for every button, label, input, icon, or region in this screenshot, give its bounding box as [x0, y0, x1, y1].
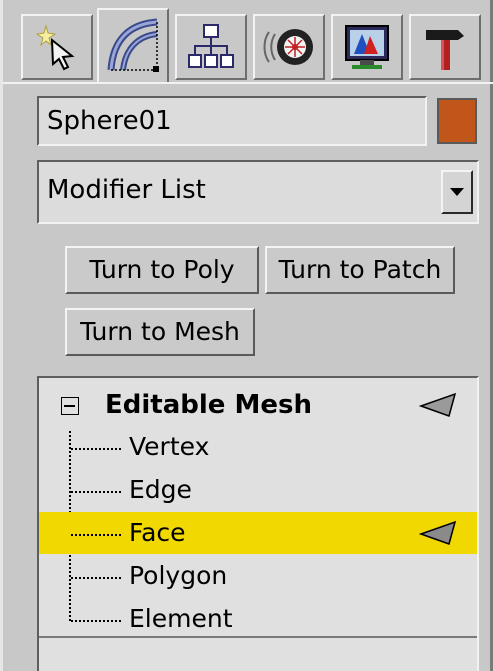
stack-subitem-element[interactable]: Element — [39, 598, 477, 640]
tree-branch-line — [71, 448, 121, 450]
collapse-toggle-icon[interactable] — [61, 397, 79, 415]
stack-subitem-edge[interactable]: Edge — [39, 469, 477, 511]
tab-create[interactable] — [21, 14, 93, 80]
tab-row-divider — [3, 82, 493, 84]
chevron-down-icon — [450, 188, 464, 196]
dropdown-arrow-button[interactable] — [441, 170, 473, 214]
stack-subitem-face[interactable]: Face — [39, 512, 477, 554]
stack-subitem-vertex[interactable]: Vertex — [39, 426, 477, 468]
turn-to-mesh-button[interactable]: Turn to Mesh — [65, 308, 255, 356]
create-star-cursor-icon — [35, 24, 75, 71]
tree-branch-line — [71, 491, 121, 493]
tab-display[interactable] — [331, 14, 403, 80]
modify-curve-icon — [107, 18, 159, 72]
stack-subitem-label: Edge — [129, 475, 192, 504]
stack-item-editable-mesh[interactable]: Editable Mesh — [39, 384, 477, 426]
tree-branch-line — [71, 577, 121, 579]
tab-hierarchy[interactable] — [175, 14, 247, 80]
tab-utilities[interactable] — [409, 14, 481, 80]
turn-to-poly-button[interactable]: Turn to Poly — [65, 246, 259, 294]
tab-motion[interactable] — [253, 14, 325, 80]
object-name-field[interactable]: Sphere01 — [37, 96, 427, 146]
display-monitor-icon — [345, 25, 389, 69]
tree-branch-line — [71, 620, 121, 622]
stack-subitem-label: Polygon — [129, 561, 228, 590]
hierarchy-icon — [188, 24, 234, 68]
subobject-triangle-icon — [419, 520, 457, 545]
stack-divider — [39, 636, 477, 638]
modifier-stack: Editable Mesh Vertex Edge Face Polygon E… — [37, 376, 479, 671]
command-panel-tabs — [21, 8, 486, 82]
stack-subitem-label: Face — [129, 518, 186, 547]
command-panel: Sphere01 Modifier List Turn to Poly Turn… — [0, 0, 493, 671]
stack-item-label: Editable Mesh — [105, 390, 312, 420]
object-color-swatch[interactable] — [437, 98, 477, 144]
tree-branch-line — [71, 534, 121, 536]
stack-subitem-label: Element — [129, 604, 233, 633]
utilities-hammer-icon — [426, 30, 464, 70]
modifier-list-dropdown[interactable]: Modifier List — [37, 160, 479, 224]
subobject-triangle-icon — [419, 392, 457, 417]
motion-wheel-icon — [263, 29, 313, 65]
stack-subitem-polygon[interactable]: Polygon — [39, 555, 477, 597]
tab-modify[interactable] — [97, 8, 169, 82]
modifier-list-label: Modifier List — [47, 175, 206, 205]
turn-to-patch-button[interactable]: Turn to Patch — [265, 246, 455, 294]
stack-subitem-label: Vertex — [129, 432, 210, 461]
